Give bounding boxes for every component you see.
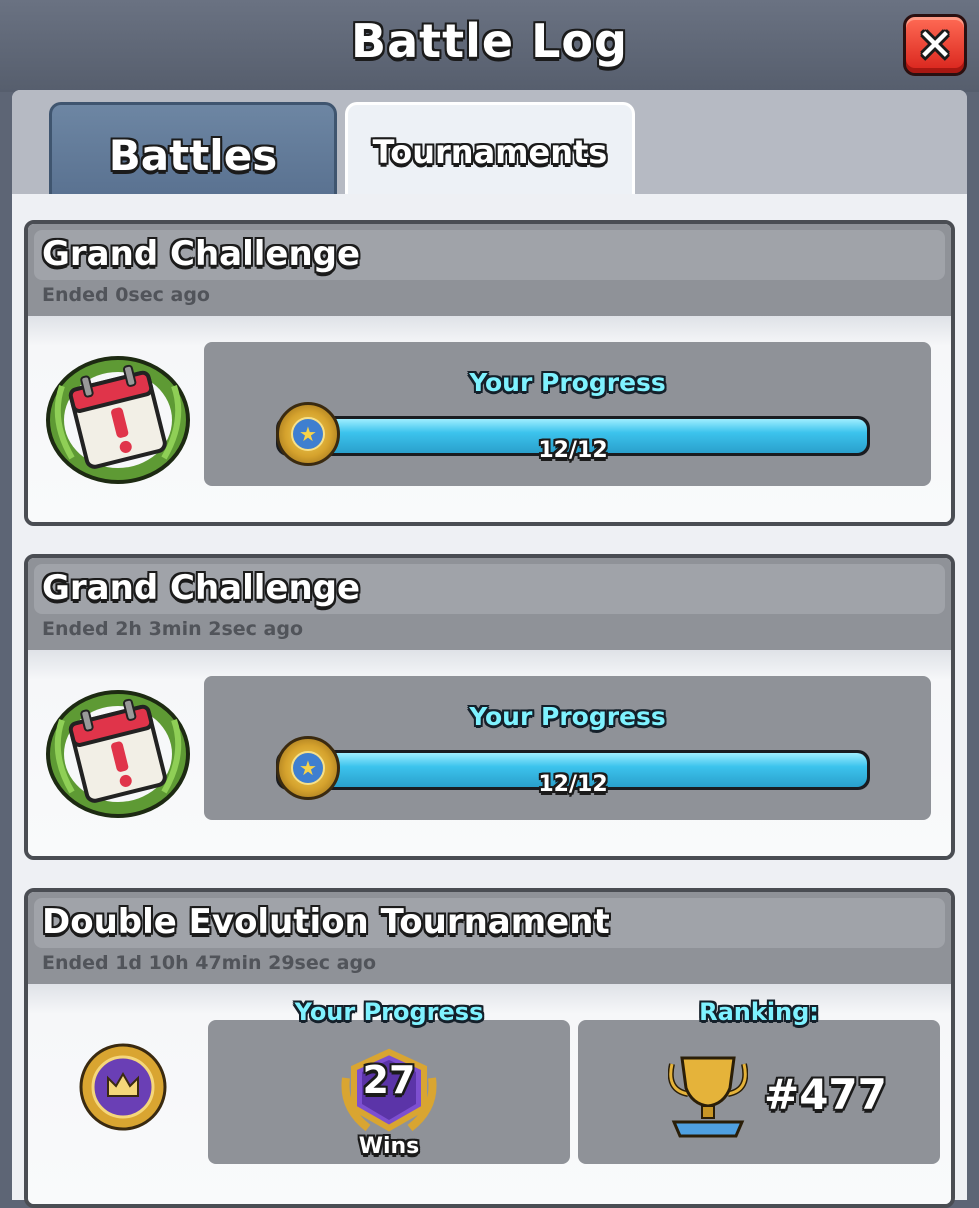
card-body: Your Progress 27 Wins Ranking: #477 [28, 984, 951, 1204]
close-x-icon: ✕ [916, 20, 954, 71]
battle-log-panel: Battles Tournaments Grand Challenge Ende… [12, 90, 967, 1208]
ranking-value: #477 [764, 1070, 887, 1119]
progress-value: 12/12 [538, 772, 608, 797]
page-title: Battle Log [351, 14, 628, 68]
progress-panel: Your Progress ★ 12/12 [204, 342, 931, 486]
ended-time: Ended 1d 10h 47min 29sec ago [42, 952, 377, 974]
ended-time: Ended 0sec ago [42, 284, 210, 306]
tournament-card[interactable]: Grand Challenge Ended 0sec ago Your Prog… [24, 220, 955, 526]
card-header: Double Evolution Tournament Ended 1d 10h… [28, 892, 951, 984]
calendar-wreath-icon [46, 690, 190, 818]
progress-panel: Your Progress ★ 12/12 [204, 676, 931, 820]
progress-label: Your Progress [469, 702, 666, 731]
card-header: Grand Challenge Ended 0sec ago [28, 224, 951, 316]
card-title: Grand Challenge [42, 234, 361, 274]
tournament-card[interactable]: Double Evolution Tournament Ended 1d 10h… [24, 888, 955, 1208]
card-body: Your Progress ★ 12/12 [28, 316, 951, 522]
card-title: Grand Challenge [42, 568, 361, 608]
progress-label: Your Progress [294, 998, 484, 1026]
tab-tournaments-label: Tournaments [372, 133, 608, 171]
tab-tournaments[interactable]: Tournaments [345, 102, 635, 198]
card-title: Double Evolution Tournament [42, 902, 610, 942]
crown-badge-icon [79, 1043, 167, 1131]
ranking-label: Ranking: [699, 998, 819, 1026]
progress-value: 12/12 [538, 438, 608, 463]
card-body: Your Progress ★ 12/12 [28, 650, 951, 856]
ended-time: Ended 2h 3min 2sec ago [42, 618, 304, 640]
trophy-icon [668, 1056, 748, 1138]
wins-count: 27 [362, 1058, 416, 1102]
close-button[interactable]: ✕ [903, 14, 967, 76]
tournament-list: Grand Challenge Ended 0sec ago Your Prog… [12, 194, 967, 1208]
tab-bar: Battles Tournaments [12, 90, 967, 198]
tab-battles[interactable]: Battles [49, 102, 337, 194]
progress-label: Your Progress [469, 368, 666, 397]
card-header: Grand Challenge Ended 2h 3min 2sec ago [28, 558, 951, 650]
wins-label: Wins [358, 1134, 420, 1159]
calendar-wreath-icon [46, 356, 190, 484]
header-bar: Battle Log ✕ [0, 0, 979, 92]
tab-battles-label: Battles [108, 131, 278, 180]
tournament-card[interactable]: Grand Challenge Ended 2h 3min 2sec ago Y… [24, 554, 955, 860]
